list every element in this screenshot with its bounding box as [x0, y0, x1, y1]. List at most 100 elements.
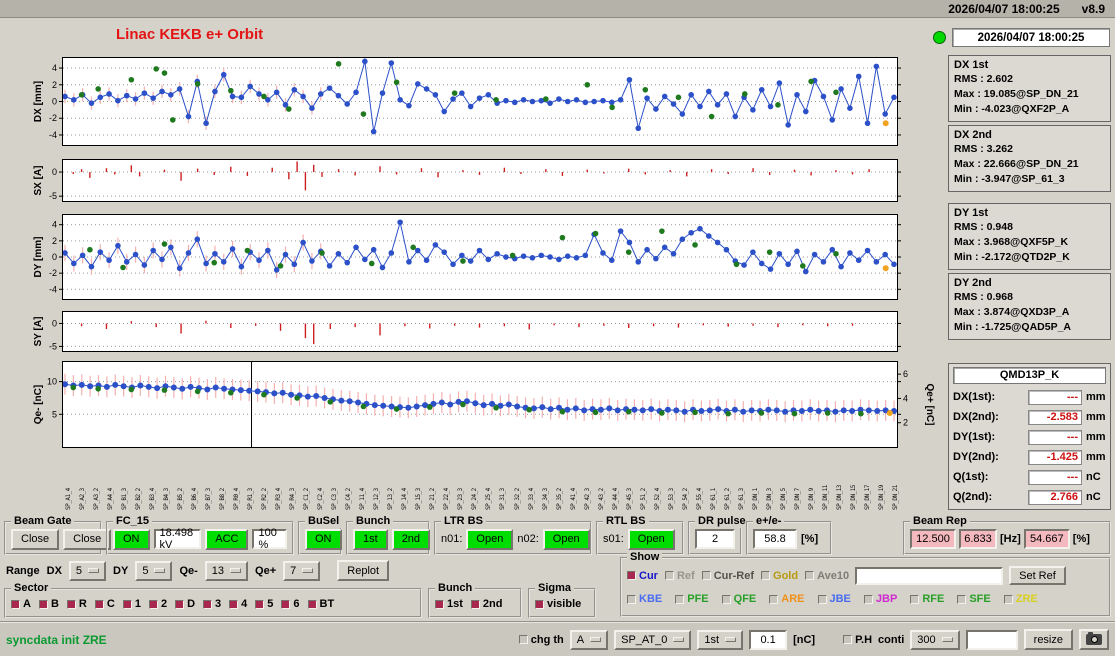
bunch-2nd-checkbox[interactable]: 2nd — [470, 598, 502, 610]
bpm-label: SP_DN_1 — [751, 488, 759, 510]
interval-select[interactable]: 300 — [910, 629, 960, 650]
option-value: 5 — [75, 564, 83, 577]
show-zre-checkbox[interactable]: ZRE — [1003, 593, 1038, 605]
busel-on-button[interactable]: ON — [305, 528, 342, 550]
qmd-device-name[interactable]: QMD13P_K — [953, 367, 1106, 384]
sector-b-checkbox[interactable]: B — [38, 598, 59, 610]
checkbox-indicator — [470, 599, 480, 609]
show-gold-checkbox[interactable]: Gold — [761, 570, 798, 582]
set-ref-button[interactable]: Set Ref — [1009, 566, 1066, 585]
resize-button[interactable]: resize — [1023, 629, 1073, 650]
status-message: syncdata init ZRE — [6, 632, 107, 647]
bpm-label: SP_54_2 — [681, 488, 689, 510]
bpm-label: SP_52_4 — [653, 488, 661, 510]
chg-th-checkbox[interactable]: chg th — [518, 634, 564, 646]
bunch-order-value: 1st — [704, 633, 720, 646]
busel-frame: BuSel ON — [298, 515, 343, 555]
ph-checkbox[interactable]: P.H — [843, 634, 872, 646]
sector-3-checkbox[interactable]: 3 — [203, 598, 221, 610]
checkbox-label: D — [187, 598, 196, 610]
show-jbe-checkbox[interactable]: JBE — [817, 593, 851, 605]
bunch-2nd-button[interactable]: 2nd — [391, 528, 431, 550]
show-are-checkbox[interactable]: ARE — [769, 593, 805, 605]
checkbox-label: ZRE — [1015, 593, 1038, 605]
checkbox-indicator — [148, 599, 158, 609]
bpm-label: SP_DN_11 — [821, 485, 829, 510]
show-jbp-checkbox[interactable]: JBP — [863, 593, 897, 605]
bpm-label: SP_61_3 — [737, 488, 745, 510]
bpm-label: SP_14_4 — [401, 488, 409, 510]
sigma-visible-checkbox[interactable]: visible — [535, 598, 581, 610]
qmd-row-value: -2.583 — [1028, 409, 1082, 425]
bpm-label: SP_C1_2 — [303, 488, 311, 510]
show-ref-checkbox[interactable]: Ref — [664, 570, 695, 582]
sector-d-checkbox[interactable]: D — [175, 598, 195, 610]
checkbox-label: Cur-Ref — [713, 569, 755, 582]
ltr-n02-open-button[interactable]: Open — [542, 528, 590, 550]
show-kbe-checkbox[interactable]: KBE — [627, 593, 662, 605]
busel-label: BuSel — [305, 515, 343, 528]
bpm-label: SP_B2_2 — [135, 488, 143, 510]
bpm-label: SP_41_4 — [569, 488, 577, 510]
sigma-label: Sigma — [535, 582, 575, 595]
beam-gate-close-button-1[interactable]: Close — [11, 528, 60, 550]
beam-gate-frame: Beam Gate Close Close — [4, 515, 112, 555]
sector-4-checkbox[interactable]: 4 — [229, 598, 247, 610]
plot-dy: 4 2 0 -2 -4 DY [mm] — [30, 214, 935, 300]
show-sfe-checkbox[interactable]: SFE — [957, 593, 991, 605]
ref-name-input[interactable] — [855, 566, 1004, 585]
bpm-label: SP_21_2 — [429, 488, 437, 510]
stat-box-title: DY 1st — [954, 207, 989, 219]
bpm-select[interactable]: SP_AT_0 — [614, 629, 692, 650]
sector-6-checkbox[interactable]: 6 — [281, 598, 300, 610]
ltr-n01-open-button[interactable]: Open — [466, 528, 514, 550]
blank-input[interactable] — [965, 629, 1018, 650]
sector-r-checkbox[interactable]: R — [66, 598, 87, 610]
show-rfe-checkbox[interactable]: RFE — [910, 593, 944, 605]
bpm-label: SP_DN_15 — [849, 485, 857, 510]
rtl-s01-open-button[interactable]: Open — [627, 528, 675, 550]
range-dy-select[interactable]: 5 — [135, 560, 173, 581]
rtl-s01-label: s01: — [603, 533, 624, 545]
show-qfe-checkbox[interactable]: QFE — [721, 593, 756, 605]
range-dx-select[interactable]: 5 — [68, 560, 107, 581]
threshold-input[interactable]: 0.1 — [749, 629, 788, 650]
fc15-label: FC_15 — [113, 515, 153, 528]
svg-text:0: 0 — [52, 318, 57, 328]
sector-2-checkbox[interactable]: 2 — [148, 598, 167, 610]
sector-1-checkbox[interactable]: 1 — [122, 598, 141, 610]
bpm-label: SP_C3_3 — [331, 488, 339, 510]
bunch-1st-button[interactable]: 1st — [353, 528, 388, 550]
bunch-1st-checkbox[interactable]: 1st — [435, 598, 463, 610]
show-ave10-checkbox[interactable]: Ave10 — [805, 570, 849, 582]
fc15-on-button[interactable]: ON — [113, 528, 150, 550]
sector-bt-checkbox[interactable]: BT — [307, 598, 334, 610]
show-pfe-checkbox[interactable]: PFE — [675, 593, 709, 605]
camera-button[interactable] — [1079, 629, 1109, 650]
checkbox-label: ARE — [781, 593, 805, 605]
show-cur-checkbox[interactable]: Cur — [627, 570, 658, 582]
range-qe-select[interactable]: 13 — [204, 560, 249, 581]
checkbox-indicator — [627, 594, 636, 604]
sector-a-checkbox[interactable]: A — [11, 598, 31, 610]
replot-button[interactable]: Replot — [337, 560, 390, 581]
show-cur-ref-checkbox[interactable]: Cur-Ref — [701, 569, 755, 582]
sector-c-checkbox[interactable]: C — [94, 598, 115, 610]
bunch-order-select[interactable]: 1st — [697, 629, 744, 650]
stat-line: RMS : 3.262 — [954, 143, 1013, 155]
checkbox-indicator — [535, 599, 544, 609]
range-qe-select[interactable]: 7 — [283, 560, 321, 581]
bpm-label: SP_51_2 — [639, 488, 647, 510]
bunch-select-frame: Bunch 1st 2nd — [428, 582, 522, 618]
plot-dx: 4 2 0 -2 -4 DX [mm] — [30, 57, 935, 146]
show-frame: Show Cur Ref Cur-Ref Gold Ave10 Set Ref KBE P… — [620, 551, 1111, 617]
beam-gate-close-button-2[interactable]: Close — [63, 528, 112, 550]
sector-5-checkbox[interactable]: 5 — [255, 598, 273, 610]
timestamp-box: 2026/04/07 18:00:25 — [952, 28, 1110, 47]
fc15-acc-button[interactable]: ACC — [205, 528, 249, 550]
qmd-row: Q(1st): --- nC — [953, 467, 1106, 487]
bpm-label: SP_B5_2 — [177, 488, 185, 510]
checkbox-indicator — [721, 594, 731, 604]
sector-select[interactable]: A — [569, 629, 609, 650]
stat-line: Max : 3.874@QXD3P_A — [954, 306, 1070, 318]
